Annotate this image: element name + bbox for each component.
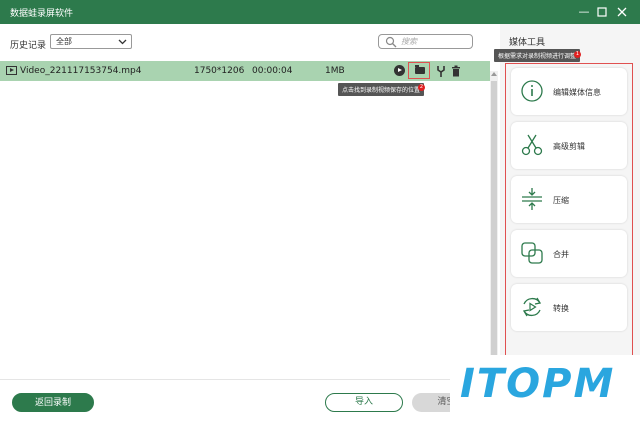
file-size: 1MB	[325, 66, 345, 76]
tool-merge[interactable]: 合并	[511, 230, 627, 277]
file-resolution: 1750*1206	[194, 66, 245, 76]
search-input[interactable]: 搜索	[378, 34, 473, 49]
scroll-up-icon[interactable]	[491, 72, 497, 76]
filter-select[interactable]: 全部	[50, 34, 132, 49]
convert-icon	[522, 297, 542, 317]
table-row[interactable]: Video_221117153754.mp4 1750*1206 00:00:0…	[0, 61, 490, 81]
title-bar: 数据蛙录屏软件 —	[0, 0, 640, 24]
scissors-icon	[521, 134, 543, 156]
tools-icon[interactable]	[436, 63, 446, 79]
tool-compress[interactable]: 压缩	[511, 176, 627, 223]
folder-tooltip: 点击找到录制视频保存的位置	[338, 83, 425, 96]
back-to-record-button[interactable]: 返回录制	[12, 393, 94, 412]
maximize-icon[interactable]	[594, 4, 610, 20]
divider	[0, 379, 500, 380]
watermark-logo: ITOPM	[460, 361, 616, 407]
video-file-icon	[6, 66, 17, 75]
watermark: ITOPM	[450, 355, 640, 425]
folder-tooltip-badge: 2	[418, 84, 425, 91]
media-tools-tooltip: 根据需求对录制视频进行调整	[494, 49, 581, 62]
close-icon[interactable]	[614, 4, 630, 20]
media-tooltip-badge: 1	[574, 51, 581, 58]
search-icon	[385, 36, 397, 48]
window-title: 数据蛙录屏软件	[10, 9, 74, 19]
history-label: 历史记录	[10, 41, 47, 51]
merge-icon	[521, 242, 543, 264]
folder-icon	[415, 65, 425, 74]
file-name: Video_221117153754.mp4	[20, 66, 142, 76]
compress-icon	[522, 188, 542, 210]
file-duration: 00:00:04	[252, 66, 293, 76]
trash-icon[interactable]	[451, 63, 461, 79]
tool-advanced-cut[interactable]: 高级剪辑	[511, 122, 627, 169]
open-folder-button[interactable]	[408, 62, 430, 79]
filter-value: 全部	[56, 37, 72, 46]
search-placeholder: 搜索	[401, 37, 417, 46]
chevron-down-icon	[118, 35, 127, 52]
tool-label: 压缩	[553, 196, 569, 205]
tool-edit-media-info[interactable]: 编辑媒体信息	[511, 68, 627, 115]
tool-label: 合并	[553, 250, 569, 259]
scrollbar[interactable]	[490, 71, 498, 379]
history-panel: 历史记录 全部 搜索 Video_221117153754.mp4 1750*1…	[0, 24, 500, 425]
tool-convert[interactable]: 转换	[511, 284, 627, 331]
media-tools-list: 编辑媒体信息 高级剪辑 压缩 合并 转换	[505, 63, 633, 359]
scroll-thumb[interactable]	[491, 81, 497, 363]
play-icon[interactable]	[394, 65, 405, 76]
minimize-icon[interactable]: —	[576, 4, 592, 20]
media-tools-title: 媒体工具	[509, 38, 546, 48]
tool-label: 高级剪辑	[553, 142, 585, 151]
tool-label: 编辑媒体信息	[553, 88, 601, 97]
info-icon	[521, 80, 543, 102]
tool-label: 转换	[553, 304, 569, 313]
import-button[interactable]: 导入	[325, 393, 403, 412]
